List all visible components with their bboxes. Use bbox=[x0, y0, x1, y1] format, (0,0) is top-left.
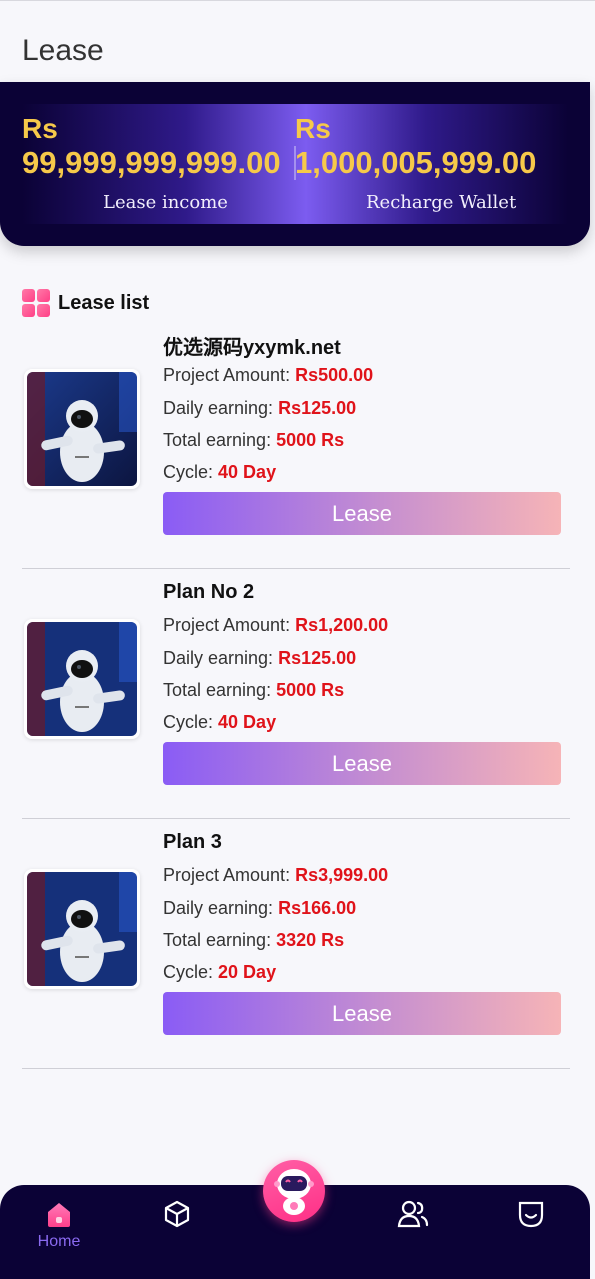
robot-assistant-button[interactable] bbox=[263, 1160, 325, 1222]
plan-name: Plan 3 bbox=[163, 831, 222, 853]
wallet-divider bbox=[294, 146, 296, 180]
total-earning-value: 3320 Rs bbox=[276, 930, 345, 950]
recharge-wallet-currency: Rs bbox=[295, 113, 331, 144]
plan-card: Plan 3 Project Amount: Rs3,999.00 Daily … bbox=[22, 819, 570, 1069]
recharge-wallet-balance: Rs 1,000,005,999.00 bbox=[295, 112, 536, 180]
lease-button[interactable]: Lease bbox=[163, 492, 561, 535]
daily-earning-row: Daily earning: Rs125.00 bbox=[163, 648, 357, 668]
cube-icon bbox=[164, 1200, 190, 1228]
project-amount-value: Rs3,999.00 bbox=[295, 865, 389, 885]
users-icon bbox=[397, 1200, 429, 1228]
daily-earning-row: Daily earning: Rs166.00 bbox=[163, 898, 357, 918]
robot-photo-icon bbox=[27, 872, 137, 986]
total-earning-value: 5000 Rs bbox=[276, 430, 345, 450]
plan-image bbox=[24, 619, 140, 739]
daily-earning-value: Rs166.00 bbox=[278, 898, 357, 918]
nav-item-home[interactable]: Home bbox=[29, 1199, 89, 1251]
lease-button[interactable]: Lease bbox=[163, 742, 561, 785]
lease-income-amount: 99,999,999,999.00 bbox=[22, 145, 281, 180]
cycle-value: 40 Day bbox=[218, 712, 277, 732]
lease-income-currency: Rs bbox=[22, 113, 58, 144]
total-earning-row: Total earning: 5000 Rs bbox=[163, 430, 345, 450]
robot-photo-icon bbox=[27, 372, 137, 486]
lease-income-label: Lease income bbox=[103, 192, 228, 213]
plan-image bbox=[24, 369, 140, 489]
daily-earning-value: Rs125.00 bbox=[278, 648, 357, 668]
project-amount-row: Project Amount: Rs3,999.00 bbox=[163, 865, 389, 885]
lease-button[interactable]: Lease bbox=[163, 992, 561, 1035]
lease-list-header: Lease list bbox=[22, 289, 149, 317]
profile-icon bbox=[518, 1201, 544, 1228]
total-earning-value: 5000 Rs bbox=[276, 680, 345, 700]
grid-icon bbox=[22, 289, 50, 317]
cycle-row: Cycle: 40 Day bbox=[163, 712, 277, 732]
nav-label-home: Home bbox=[37, 1233, 81, 1250]
cycle-row: Cycle: 40 Day bbox=[163, 462, 277, 482]
plan-image bbox=[24, 869, 140, 989]
project-amount-row: Project Amount: Rs1,200.00 bbox=[163, 615, 389, 635]
recharge-wallet-label: Recharge Wallet bbox=[366, 192, 517, 213]
nav-item-profile[interactable] bbox=[501, 1199, 561, 1229]
cycle-value: 40 Day bbox=[218, 462, 277, 482]
plan-card: Plan No 2 Project Amount: Rs1,200.00 Dai… bbox=[22, 569, 570, 819]
recharge-wallet-amount: 1,000,005,999.00 bbox=[295, 145, 537, 180]
top-divider bbox=[0, 0, 595, 1]
nav-item-team[interactable] bbox=[383, 1199, 443, 1229]
project-amount-row: Project Amount: Rs500.00 bbox=[163, 365, 374, 385]
total-earning-row: Total earning: 3320 Rs bbox=[163, 930, 345, 950]
plan-name: 优选源码yxymk.net bbox=[163, 337, 341, 359]
daily-earning-value: Rs125.00 bbox=[278, 398, 357, 418]
daily-earning-row: Daily earning: Rs125.00 bbox=[163, 398, 357, 418]
total-earning-row: Total earning: 5000 Rs bbox=[163, 680, 345, 700]
plan-name: Plan No 2 bbox=[163, 581, 255, 603]
cycle-row: Cycle: 20 Day bbox=[163, 962, 277, 982]
robot-icon bbox=[274, 1169, 314, 1215]
nav-item-products[interactable] bbox=[147, 1199, 207, 1229]
home-icon bbox=[48, 1203, 70, 1227]
robot-photo-icon bbox=[27, 622, 137, 736]
section-title: Lease list bbox=[58, 291, 150, 314]
page-title: Lease bbox=[22, 34, 104, 67]
project-amount-value: Rs500.00 bbox=[295, 365, 374, 385]
cycle-value: 20 Day bbox=[218, 962, 277, 982]
lease-income-balance: Rs 99,999,999,999.00 bbox=[22, 112, 281, 180]
project-amount-value: Rs1,200.00 bbox=[295, 615, 389, 635]
plan-card: 优选源码yxymk.net Project Amount: Rs500.00 D… bbox=[22, 319, 570, 569]
